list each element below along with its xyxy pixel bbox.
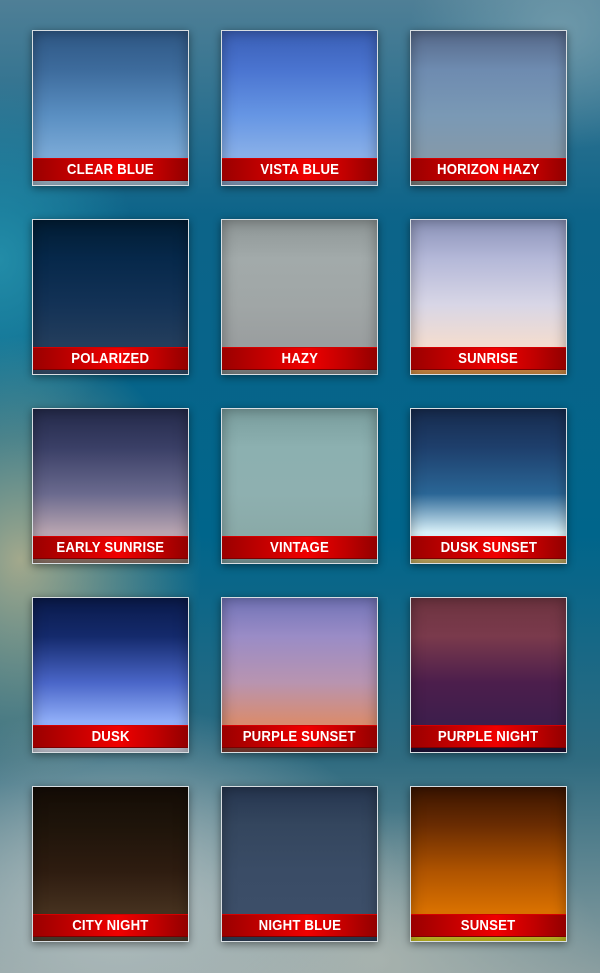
preset-label-band: CITY NIGHT [33,914,188,937]
preset-label: POLARIZED [71,350,150,367]
preset-label-band: VINTAGE [222,536,377,559]
preset-label-band: SUNSET [411,914,566,937]
preset-label-band: EARLY SUNRISE [33,536,188,559]
preset-label: VISTA BLUE [260,161,339,178]
preset-label-band: NIGHT BLUE [222,914,377,937]
preset-label-band: SUNRISE [411,347,566,370]
preset-label-band: HORIZON HAZY [411,158,566,181]
preset-label-band: VISTA BLUE [222,158,377,181]
preset-label-band: POLARIZED [33,347,188,370]
preset-tile-city-night[interactable]: CITY NIGHT [32,786,189,942]
preset-label-band: HAZY [222,347,377,370]
preset-tile-vintage[interactable]: VINTAGE [221,408,378,564]
preset-tile-polarized[interactable]: POLARIZED [32,219,189,375]
preset-tile-hazy[interactable]: HAZY [221,219,378,375]
preset-label: DUSK SUNSET [440,539,537,556]
preset-tile-sunrise[interactable]: SUNRISE [410,219,567,375]
preset-tile-sunset[interactable]: SUNSET [410,786,567,942]
preset-label: NIGHT BLUE [258,917,341,934]
preset-tile-vista-blue[interactable]: VISTA BLUE [221,30,378,186]
preset-tile-early-sunrise[interactable]: EARLY SUNRISE [32,408,189,564]
preset-tile-purple-night[interactable]: PURPLE NIGHT [410,597,567,753]
preset-label-band: CLEAR BLUE [33,158,188,181]
preset-tile-dusk[interactable]: DUSK [32,597,189,753]
preset-label: PURPLE SUNSET [242,728,357,745]
preset-tile-dusk-sunset[interactable]: DUSK SUNSET [410,408,567,564]
preset-label-band: PURPLE SUNSET [222,725,377,748]
preset-label: CLEAR BLUE [67,161,154,178]
preset-label: EARLY SUNRISE [56,539,165,556]
preset-label: VINTAGE [270,539,329,556]
preset-label: HORIZON HAZY [437,161,540,178]
preset-tile-night-blue[interactable]: NIGHT BLUE [221,786,378,942]
preset-label-band: DUSK [33,725,188,748]
preset-label: HAZY [281,350,318,367]
preset-label-band: DUSK SUNSET [411,536,566,559]
preset-tile-horizon-hazy[interactable]: HORIZON HAZY [410,30,567,186]
preset-tile-clear-blue[interactable]: CLEAR BLUE [32,30,189,186]
preset-label: DUSK [91,728,130,745]
preset-label: SUNRISE [458,350,519,367]
preset-label-band: PURPLE NIGHT [411,725,566,748]
preset-label: CITY NIGHT [72,917,149,934]
preset-tile-purple-sunset[interactable]: PURPLE SUNSET [221,597,378,753]
preset-label: PURPLE NIGHT [438,728,539,745]
preset-label: SUNSET [461,917,516,934]
